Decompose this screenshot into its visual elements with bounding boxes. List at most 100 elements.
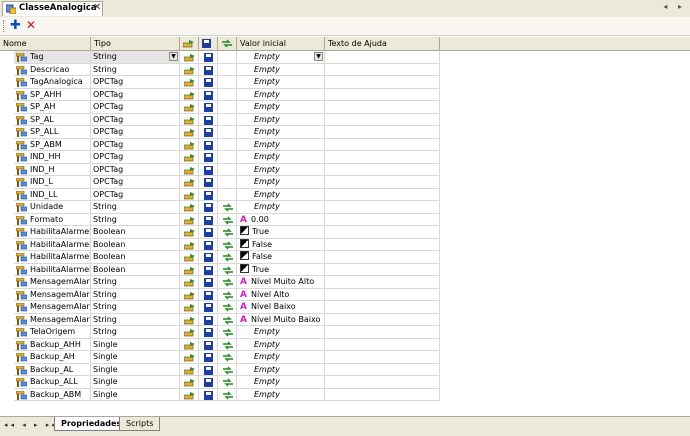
checkbox-icon[interactable]: [240, 251, 249, 260]
column-header-value[interactable]: Valor inicial: [237, 37, 325, 50]
cell-readwrite[interactable]: [180, 151, 199, 164]
cell-type[interactable]: OPCTag: [91, 188, 180, 201]
cell-save[interactable]: [199, 276, 218, 289]
cell-type[interactable]: OPCTag: [91, 101, 180, 114]
cell-name[interactable]: IND_H: [14, 163, 91, 176]
cell-save[interactable]: [199, 101, 218, 114]
cell-type[interactable]: OPCTag: [91, 176, 180, 189]
cell-link[interactable]: [218, 201, 237, 214]
cell-link[interactable]: [218, 301, 237, 314]
cell-help[interactable]: [325, 238, 440, 251]
cell-type[interactable]: Single: [91, 338, 180, 351]
cell-link[interactable]: [218, 163, 237, 176]
cell-link[interactable]: [218, 63, 237, 76]
column-header-save[interactable]: [199, 37, 218, 50]
cell-readwrite[interactable]: [180, 326, 199, 339]
table-row[interactable]: TelaOrigem String Empty: [0, 326, 440, 339]
cell-name[interactable]: IND_L: [14, 176, 91, 189]
cell-readwrite[interactable]: [180, 213, 199, 226]
cell-save[interactable]: [199, 376, 218, 389]
column-header-name[interactable]: Nome: [0, 37, 91, 50]
cell-readwrite[interactable]: [180, 238, 199, 251]
cell-save[interactable]: [199, 51, 218, 64]
checkbox-icon[interactable]: [240, 238, 249, 248]
cell-help[interactable]: [325, 151, 440, 164]
cell-help[interactable]: [325, 263, 440, 276]
cell-help[interactable]: [325, 188, 440, 201]
table-row[interactable]: IND_H OPCTag Empty: [0, 163, 440, 176]
cell-value[interactable]: Empty: [237, 201, 325, 214]
cell-type[interactable]: OPCTag: [91, 163, 180, 176]
cell-link[interactable]: [218, 376, 237, 389]
cell-value[interactable]: A Nível Baixo: [237, 301, 325, 314]
cell-type[interactable]: OPCTag: [91, 151, 180, 164]
cell-value[interactable]: Empty: [237, 163, 325, 176]
cell-readwrite[interactable]: [180, 363, 199, 376]
table-row[interactable]: Descricao String Empty: [0, 63, 440, 76]
cell-link[interactable]: [218, 213, 237, 226]
cell-name[interactable]: Formato: [14, 213, 91, 226]
cell-link[interactable]: [218, 76, 237, 89]
table-row[interactable]: MensagemAlarmeLString ANível Baixo: [0, 301, 440, 314]
cell-link[interactable]: [218, 113, 237, 126]
cell-link[interactable]: [218, 126, 237, 139]
table-row[interactable]: Backup_AHH Single Empty: [0, 338, 440, 351]
cell-value[interactable]: Empty: [237, 126, 325, 139]
cell-type[interactable]: Single: [91, 351, 180, 364]
cell-value[interactable]: Empty: [237, 88, 325, 101]
cell-readwrite[interactable]: [180, 301, 199, 314]
cell-save[interactable]: [199, 151, 218, 164]
cell-value[interactable]: Empty: [237, 151, 325, 164]
cell-help[interactable]: [325, 288, 440, 301]
cell-name[interactable]: IND_LL: [14, 188, 91, 201]
cell-readwrite[interactable]: [180, 113, 199, 126]
close-icon[interactable]: ✕: [93, 2, 101, 13]
cell-link[interactable]: [218, 188, 237, 201]
column-header-link[interactable]: [218, 37, 237, 50]
cell-save[interactable]: [199, 138, 218, 151]
cell-name[interactable]: IND_HH: [14, 151, 91, 164]
column-header-help[interactable]: Texto de Ajuda: [325, 37, 440, 50]
cell-link[interactable]: [218, 388, 237, 401]
cell-help[interactable]: [325, 101, 440, 114]
dropdown-arrow-icon[interactable]: ▼: [314, 52, 323, 61]
cell-value[interactable]: Empty: [237, 176, 325, 189]
cell-name[interactable]: SP_AHH: [14, 88, 91, 101]
cell-help[interactable]: [325, 176, 440, 189]
cell-readwrite[interactable]: [180, 351, 199, 364]
cell-help[interactable]: [325, 113, 440, 126]
cell-value[interactable]: True: [237, 226, 325, 239]
table-row[interactable]: Backup_AH Single Empty: [0, 351, 440, 364]
cell-readwrite[interactable]: [180, 188, 199, 201]
add-icon[interactable]: ✚: [10, 19, 21, 32]
cell-name[interactable]: HabilitaAlarmeH: [14, 238, 91, 251]
cell-link[interactable]: [218, 276, 237, 289]
cell-save[interactable]: [199, 113, 218, 126]
cell-save[interactable]: [199, 163, 218, 176]
cell-name[interactable]: HabilitaAlarmeLL: [14, 263, 91, 276]
cell-type[interactable]: String: [91, 301, 180, 314]
cell-help[interactable]: [325, 88, 440, 101]
cell-type[interactable]: String: [91, 213, 180, 226]
cell-name[interactable]: Backup_AH: [14, 351, 91, 364]
table-row[interactable]: HabilitaAlarmeH Boolean False: [0, 238, 440, 251]
tab-scripts[interactable]: Scripts: [119, 417, 161, 431]
cell-name[interactable]: MensagemAlarmeL: [14, 301, 91, 314]
cell-readwrite[interactable]: [180, 63, 199, 76]
table-row[interactable]: MensagemAlarmeHHString ANível Muito Alto: [0, 276, 440, 289]
column-header-type[interactable]: Tipo: [91, 37, 180, 50]
cell-link[interactable]: [218, 363, 237, 376]
cell-type[interactable]: OPCTag: [91, 88, 180, 101]
cell-type[interactable]: Single: [91, 388, 180, 401]
cell-help[interactable]: [325, 251, 440, 264]
tab-propriedades[interactable]: Propriedades: [54, 417, 129, 431]
cell-type[interactable]: String ▼: [91, 51, 180, 64]
cell-name[interactable]: SP_AH: [14, 101, 91, 114]
cell-readwrite[interactable]: [180, 276, 199, 289]
cell-name[interactable]: MensagemAlarmeH: [14, 288, 91, 301]
table-row[interactable]: Formato String A 0.00: [0, 213, 440, 226]
cell-save[interactable]: [199, 251, 218, 264]
cell-value[interactable]: Empty ▼: [237, 51, 325, 64]
cell-link[interactable]: [218, 176, 237, 189]
cell-name[interactable]: Backup_AHH: [14, 338, 91, 351]
